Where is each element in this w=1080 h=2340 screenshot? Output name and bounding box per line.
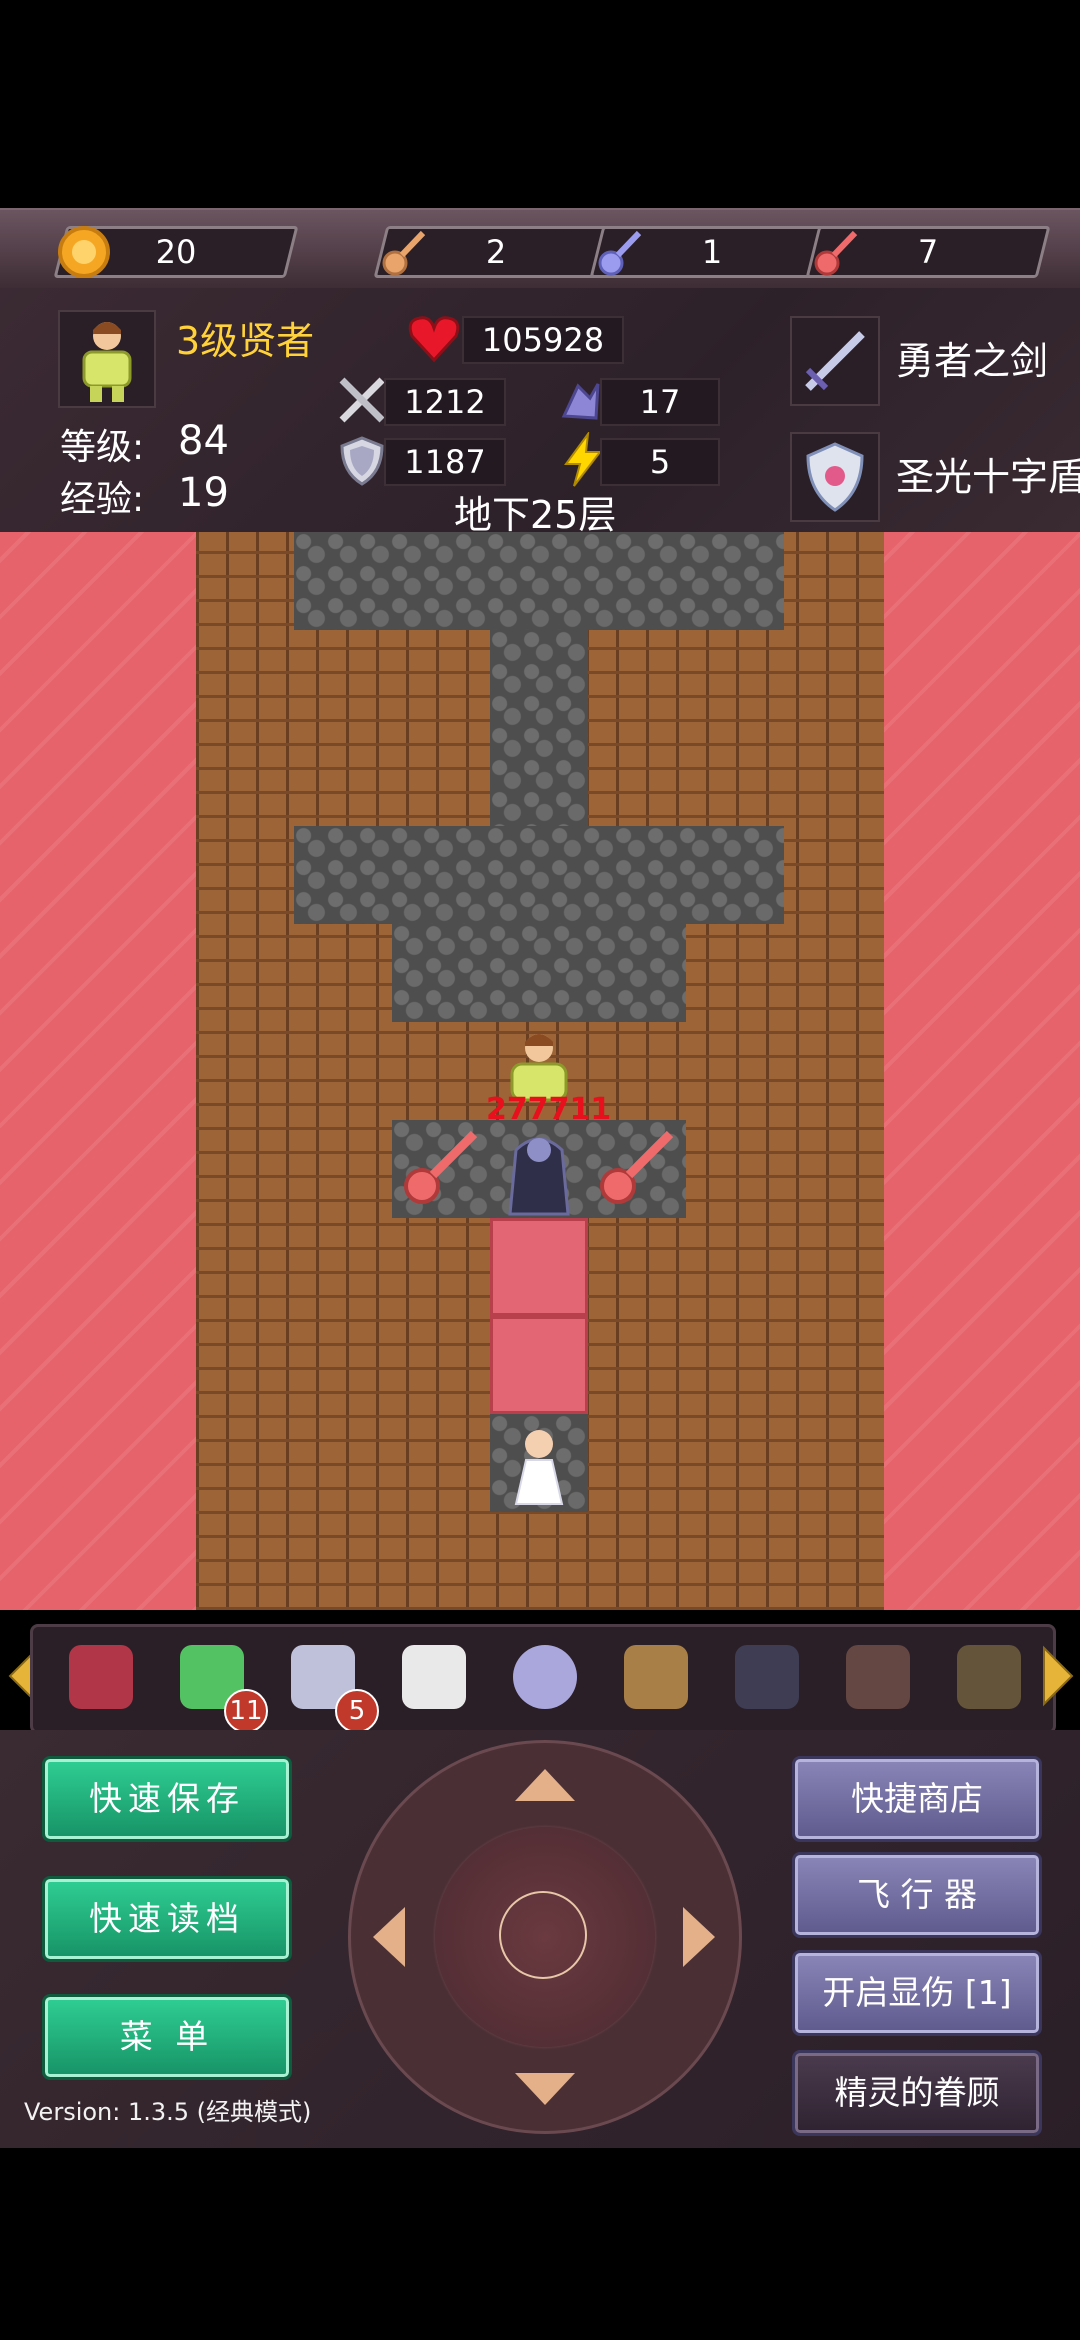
dpad-right-icon[interactable] xyxy=(683,1907,715,1967)
blue-key-counter: 1 xyxy=(589,226,835,278)
stone-path xyxy=(490,630,588,826)
coin-counter: 20 xyxy=(53,226,299,278)
dpad[interactable] xyxy=(348,1740,742,2134)
item-slot[interactable] xyxy=(717,1633,817,1725)
dpad-down-icon[interactable] xyxy=(515,2073,575,2105)
level-value: 84 xyxy=(178,418,229,464)
coin-count: 20 xyxy=(155,233,197,271)
stone-path xyxy=(294,532,784,630)
item-count-badge: 11 xyxy=(224,1689,268,1733)
item-slot[interactable] xyxy=(828,1633,928,1725)
brick-floor: 277711 xyxy=(196,532,884,1610)
item-slot[interactable] xyxy=(939,1633,1039,1725)
exp-label: 经验: xyxy=(60,479,145,520)
weapon-name: 勇者之剑 xyxy=(896,339,1049,383)
menu-button[interactable]: 菜 单 xyxy=(42,1994,292,2080)
item-bar: 11 5 xyxy=(30,1624,1056,1734)
level-label: 等级: xyxy=(60,427,145,468)
attack-value: 1212 xyxy=(384,378,506,426)
yellow-key-counter: 2 xyxy=(373,226,619,278)
crystal-orb-icon xyxy=(513,1645,577,1709)
attack-swords-icon xyxy=(339,377,385,423)
dark-vase-icon xyxy=(735,1645,799,1709)
quick-shop-button[interactable]: 快捷商店 xyxy=(792,1756,1042,1842)
quick-load-button[interactable]: 快速读档 xyxy=(42,1876,292,1962)
dpad-left-icon[interactable] xyxy=(373,1907,405,1967)
door-item-icon xyxy=(957,1645,1021,1709)
item-slot[interactable] xyxy=(495,1633,595,1725)
floor-label: 地下25层 xyxy=(454,493,617,537)
holy-shield-icon xyxy=(806,442,864,512)
items-scroll-right-icon[interactable] xyxy=(1040,1644,1076,1708)
yellow-key-count: 2 xyxy=(485,233,507,271)
weapon-slot[interactable] xyxy=(790,316,880,406)
hero-portrait xyxy=(58,310,156,408)
sword-icon xyxy=(805,331,865,391)
version-text: Version: 1.3.5 (经典模式) xyxy=(24,2098,312,2126)
lava-left xyxy=(0,532,196,1610)
red-key-counter: 7 xyxy=(805,226,1051,278)
exp-value: 19 xyxy=(178,470,229,516)
fairy-favor-button[interactable]: 精灵的眷顾 xyxy=(792,2050,1042,2136)
item-slot[interactable] xyxy=(51,1633,151,1725)
red-key-count: 7 xyxy=(917,233,939,271)
defense-shield-icon xyxy=(340,436,384,486)
lava-right xyxy=(884,532,1080,1610)
hero-avatar-icon xyxy=(82,322,132,402)
brown-vase-icon xyxy=(846,1645,910,1709)
flyer-button[interactable]: 飞 行 器 xyxy=(792,1852,1042,1938)
agility-value: 5 xyxy=(600,438,720,486)
dark-knight-monster[interactable] xyxy=(490,1120,588,1218)
game-board[interactable]: 277711 xyxy=(0,532,1080,1610)
red-door[interactable] xyxy=(490,1218,588,1316)
hp-value: 105928 xyxy=(462,316,624,364)
item-slot[interactable]: 11 xyxy=(162,1633,268,1733)
item-slot[interactable] xyxy=(384,1633,484,1725)
red-key-pickup[interactable] xyxy=(588,1120,686,1218)
red-key-pickup[interactable] xyxy=(392,1120,490,1218)
fairy-npc[interactable] xyxy=(490,1414,588,1512)
winged-staff-icon xyxy=(624,1645,688,1709)
shield-slot[interactable] xyxy=(790,432,880,522)
dpad-center-ring xyxy=(499,1891,587,1979)
dpad-up-icon[interactable] xyxy=(515,1769,575,1801)
stone-path xyxy=(294,826,784,924)
snowflake-icon xyxy=(402,1645,466,1709)
magic-defense-value: 17 xyxy=(600,378,720,426)
red-door[interactable] xyxy=(490,1316,588,1414)
heart-icon xyxy=(408,316,460,363)
show-damage-button[interactable]: 开启显伤 [1] xyxy=(792,1950,1042,2036)
blue-key-count: 1 xyxy=(701,233,723,271)
stone-path xyxy=(392,924,686,1022)
shield-name: 圣光十字盾 xyxy=(896,455,1080,499)
item-slot[interactable] xyxy=(606,1633,706,1725)
item-count-badge: 5 xyxy=(335,1689,379,1733)
hero-stats-panel: 3级贤者 等级: 84 经验: 19 105928 1212 17 1187 5… xyxy=(0,288,1080,537)
resource-bar: 20 2 1 7 xyxy=(0,208,1080,290)
monster-manual-icon xyxy=(69,1645,133,1709)
item-slot[interactable]: 5 xyxy=(273,1633,379,1733)
quick-save-button[interactable]: 快速保存 xyxy=(42,1756,292,1842)
defense-value: 1187 xyxy=(384,438,506,486)
hero-title: 3级贤者 xyxy=(176,319,315,363)
